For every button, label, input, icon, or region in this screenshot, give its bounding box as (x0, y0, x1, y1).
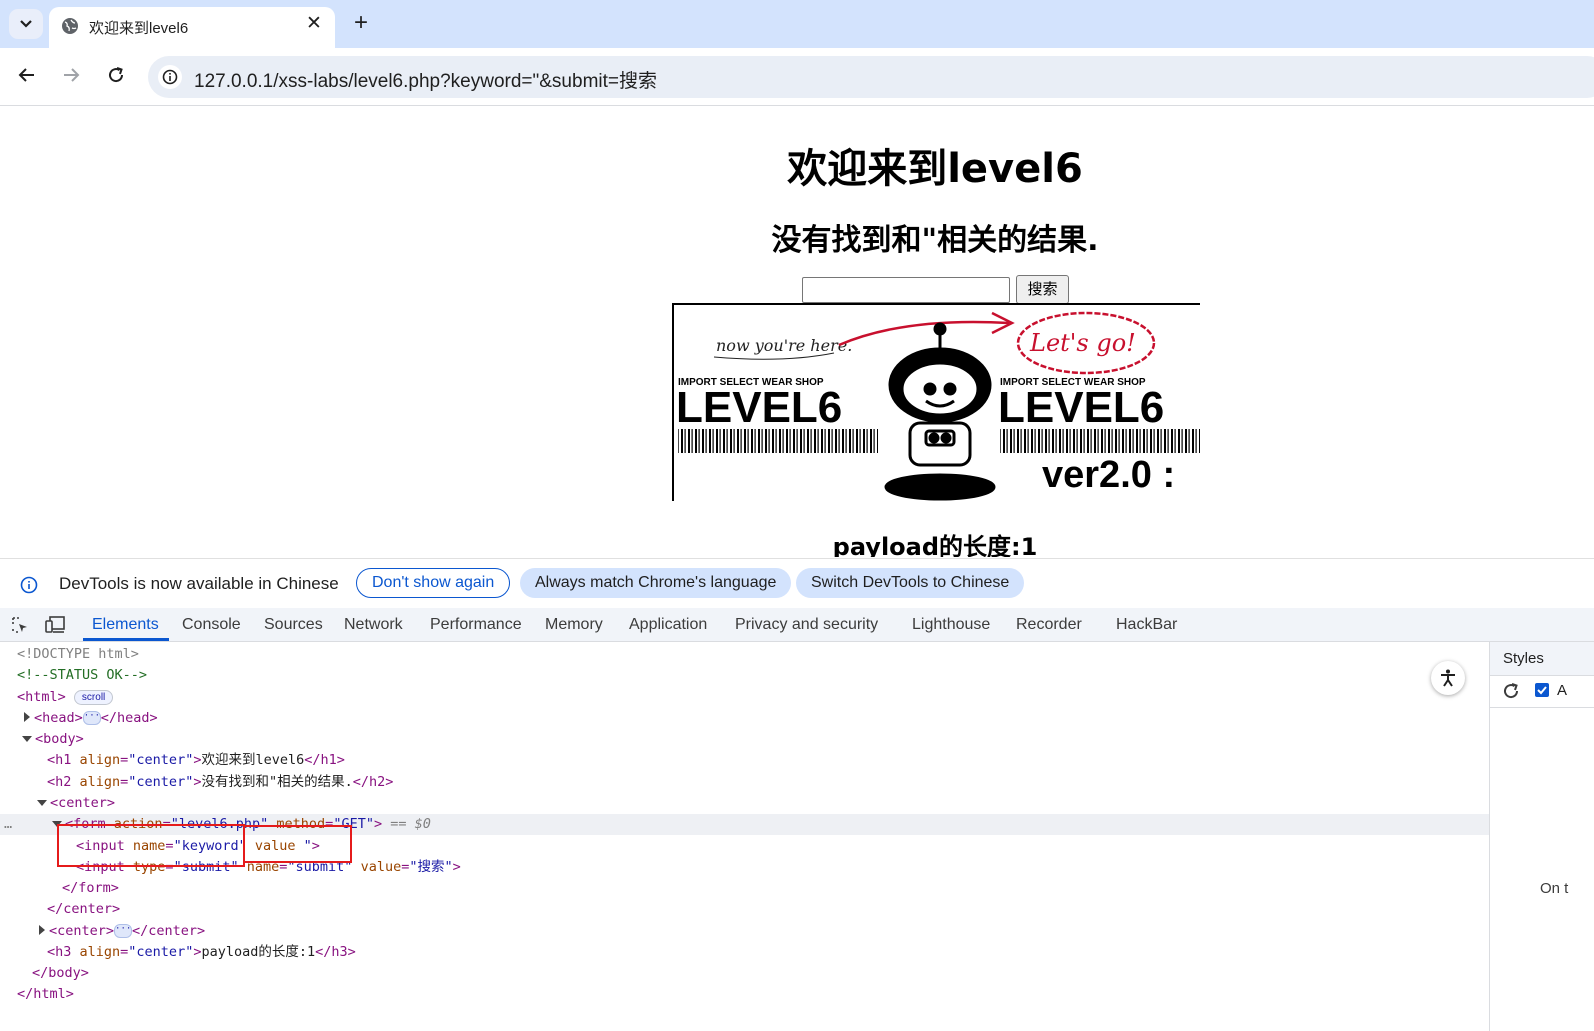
accessibility-icon[interactable] (1431, 661, 1465, 695)
annotation-box-keyword (57, 824, 245, 867)
styles-placeholder-text: On t (1540, 880, 1569, 897)
banner-level-right: LEVEL6 (998, 383, 1164, 432)
tab-network[interactable]: Network (344, 616, 403, 634)
devtools-language-infobar: DevTools is now available in Chinese Don… (0, 558, 1594, 609)
banner-level-left: LEVEL6 (676, 383, 842, 432)
dom-h3-node[interactable]: <h3 align="center">payload的长度:1</h3> (47, 942, 356, 963)
switch-devtools-chinese-button[interactable]: Switch DevTools to Chinese (796, 568, 1025, 598)
address-bar[interactable]: 127.0.0.1/xss-labs/level6.php?keyword="&… (148, 56, 1594, 98)
tab-elements[interactable]: Elements (92, 616, 159, 634)
robot-mascot (884, 322, 996, 501)
tab-performance[interactable]: Performance (430, 616, 522, 634)
dom-html-close[interactable]: </html> (17, 984, 74, 1005)
expand-triangle-icon (39, 925, 45, 935)
inspect-element-icon[interactable] (10, 615, 30, 635)
dom-h1-node[interactable]: <h1 align="center">欢迎来到level6</h1> (47, 750, 345, 771)
styles-pane: Styles A On t (1489, 642, 1594, 1031)
selected-node-marker: == $0 (390, 816, 431, 832)
styles-checkbox-label: A (1557, 682, 1568, 699)
styles-tab[interactable]: Styles (1503, 650, 1544, 667)
back-arrow-icon[interactable] (10, 58, 44, 92)
level-banner-image: now you're here. Let's go! IMPORT SELECT… (672, 303, 1200, 501)
elements-dom-tree[interactable]: … <!DOCTYPE html> <!--STATUS OK--> <html… (0, 642, 1489, 1031)
annotation-box-value (243, 825, 352, 863)
payload-length-heading: payload的长度:1 (832, 533, 1038, 557)
tab-sources[interactable]: Sources (264, 616, 323, 634)
new-tab-icon[interactable]: + (349, 11, 373, 36)
page-heading: 欢迎来到level6 (787, 146, 1083, 192)
dom-head-node[interactable]: <head>···</head> (24, 708, 158, 729)
web-page: 欢迎来到level6 没有找到和"相关的结果. 搜索 now you're he… (0, 106, 1594, 557)
tab-title: 欢迎来到level6 (89, 20, 189, 37)
expand-triangle-icon (24, 712, 30, 722)
infobar-message: DevTools is now available in Chinese (59, 574, 339, 593)
row-more-dots[interactable]: … (4, 814, 12, 835)
devtools-tab-bar: Elements Console Sources Network Perform… (0, 608, 1594, 642)
styles-checkbox[interactable] (1535, 683, 1549, 697)
url-text: 127.0.0.1/xss-labs/level6.php?keyword="&… (194, 71, 657, 92)
active-tab-indicator (83, 638, 169, 641)
tab-strip: 欢迎来到level6 ✕ + (0, 0, 1594, 48)
site-info-icon[interactable] (158, 65, 182, 89)
browser-tab-active[interactable]: 欢迎来到level6 ✕ (49, 7, 335, 48)
banner-note-right: Let's go! (1029, 329, 1136, 357)
dom-center2-node[interactable]: <center>···</center> (39, 921, 205, 942)
dom-doctype[interactable]: <!DOCTYPE html> (17, 644, 139, 665)
browser-toolbar: 127.0.0.1/xss-labs/level6.php?keyword="&… (0, 48, 1594, 106)
keyword-input[interactable] (802, 277, 1010, 303)
search-submit-button[interactable]: 搜索 (1016, 275, 1069, 304)
banner-illustration: now you're here. Let's go! IMPORT SELECT… (676, 311, 1200, 501)
info-icon (20, 576, 38, 594)
forward-arrow-icon[interactable] (54, 58, 88, 92)
dom-body-close[interactable]: </body> (32, 963, 89, 984)
collapse-triangle-icon (37, 800, 47, 806)
dom-html-node[interactable]: <html> scroll (17, 687, 114, 708)
dom-h2-node[interactable]: <h2 align="center">没有找到和"相关的结果.</h2> (47, 772, 393, 793)
styles-header: Styles (1490, 642, 1594, 676)
tab-console[interactable]: Console (182, 616, 241, 634)
device-toolbar-icon[interactable] (44, 615, 66, 635)
checkmark-icon (1537, 686, 1547, 695)
dom-comment[interactable]: <!--STATUS OK--> (17, 665, 147, 686)
tab-search-button[interactable] (9, 9, 43, 39)
tab-application[interactable]: Application (629, 616, 707, 634)
dont-show-again-button[interactable]: Don't show again (356, 568, 511, 598)
dom-form-close[interactable]: </form> (62, 878, 119, 899)
dom-body-node[interactable]: <body> (22, 729, 84, 750)
result-heading: 没有找到和"相关的结果. (771, 223, 1099, 258)
styles-toolbar: A (1490, 675, 1594, 708)
scroll-badge: scroll (73, 689, 114, 705)
reload-icon[interactable] (99, 58, 133, 92)
ellipsis-icon: ··· (114, 924, 133, 938)
tab-memory[interactable]: Memory (545, 616, 603, 634)
globe-icon (62, 18, 78, 34)
banner-note-left: now you're here. (716, 336, 852, 355)
close-icon[interactable]: ✕ (303, 13, 325, 35)
tab-lighthouse[interactable]: Lighthouse (912, 616, 990, 634)
tab-hackbar[interactable]: HackBar (1116, 616, 1177, 634)
dom-center-close[interactable]: </center> (47, 899, 120, 920)
always-match-language-button[interactable]: Always match Chrome's language (520, 568, 792, 598)
collapse-triangle-icon (22, 736, 32, 742)
dom-center-node[interactable]: <center> (37, 793, 115, 814)
tab-recorder[interactable]: Recorder (1016, 616, 1082, 634)
tab-privacy-security[interactable]: Privacy and security (735, 616, 878, 634)
refresh-icon[interactable] (1502, 682, 1520, 700)
chevron-down-icon (20, 20, 32, 28)
banner-version: ver2.0 : (1042, 454, 1175, 496)
ellipsis-icon: ··· (82, 711, 101, 725)
